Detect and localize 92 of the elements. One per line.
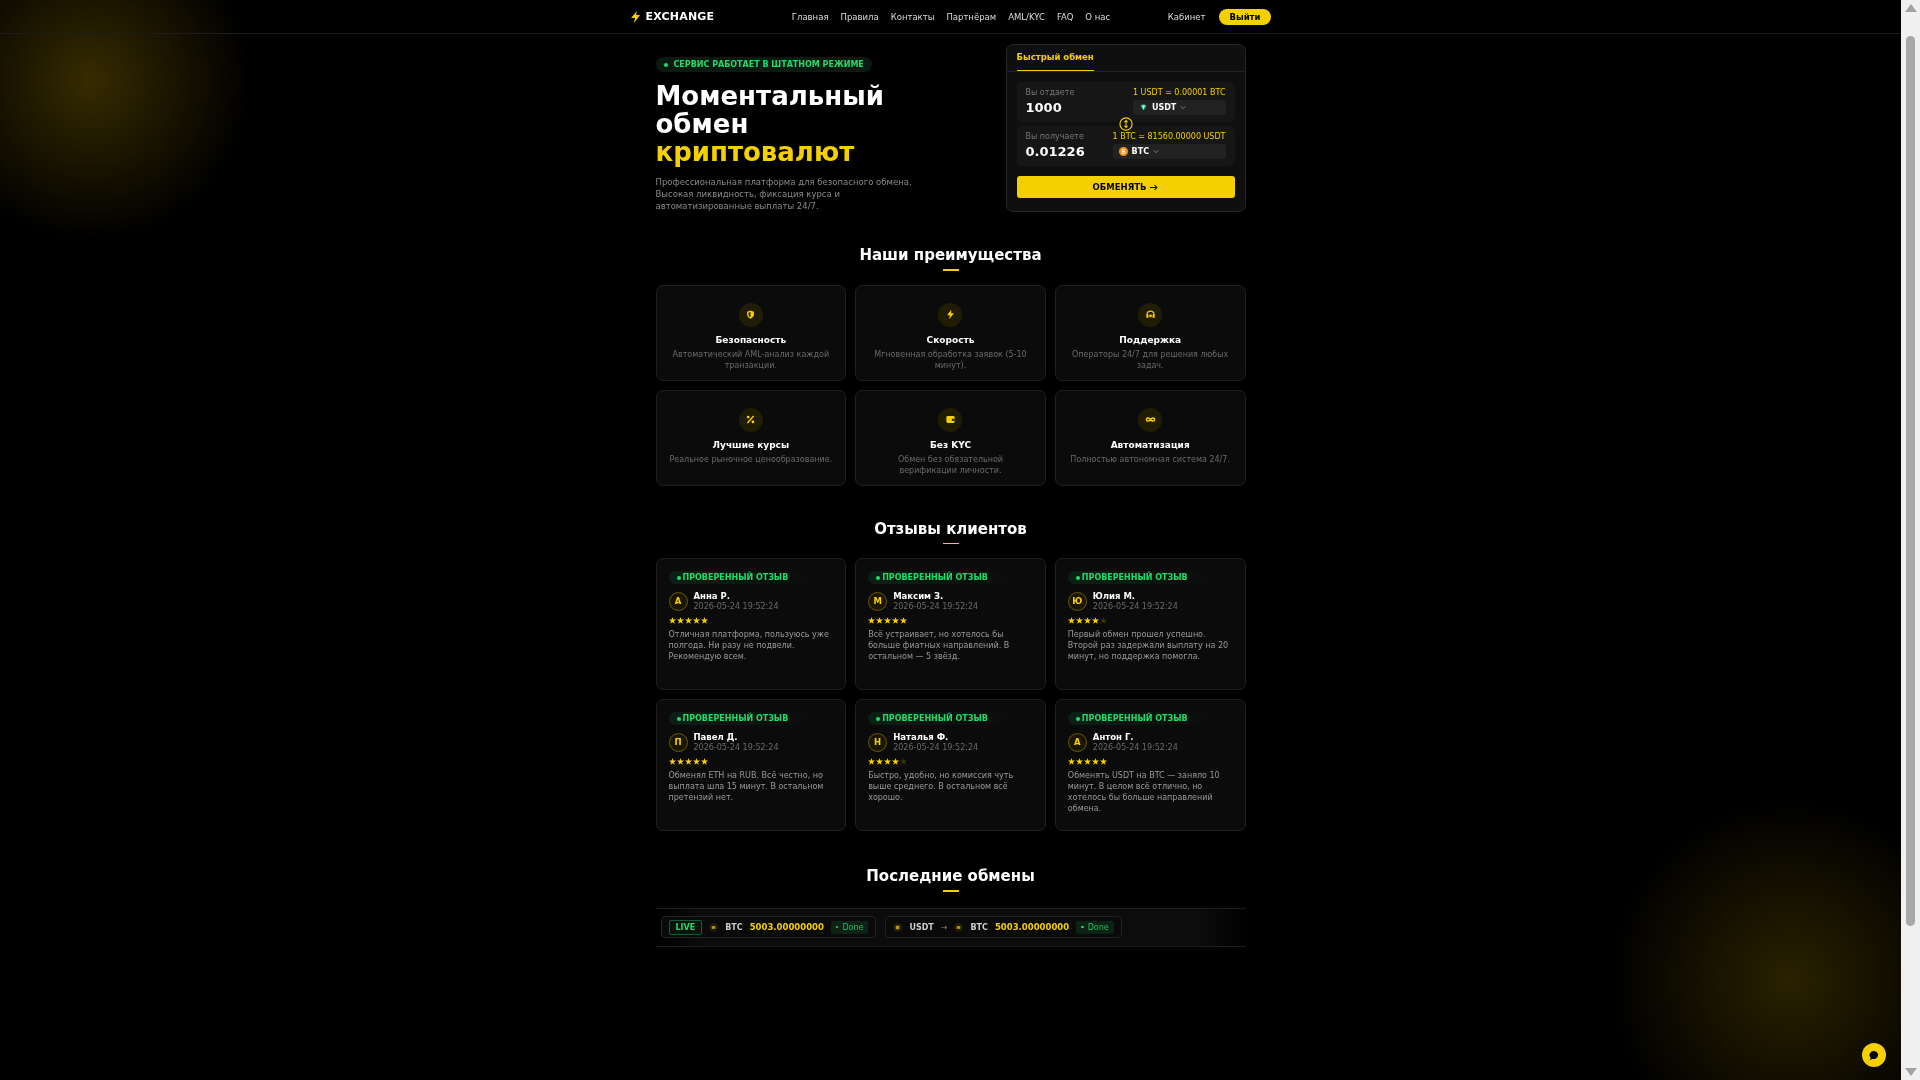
scrollbar[interactable] [1901,0,1920,1080]
wallet-icon [938,407,963,432]
currency-code: BTC [725,922,743,932]
status-badge: Done [830,920,869,934]
amount-field[interactable]: 0.01226 [1025,144,1096,159]
review-date: 2026-05-24 19:52:24 [1092,743,1178,752]
reviewer-name: Максим З. [893,591,945,601]
logo-text[interactable]: EXCHANGE [645,10,715,23]
avatar: Н [868,732,888,752]
exchange-amount: 5003.00000000 [994,922,1070,932]
nav-link[interactable]: Главная [791,11,829,22]
reviewer-name: Антон Г. [1092,732,1135,742]
nav-link[interactable]: Контакты [890,11,935,22]
bolt-icon [938,302,963,327]
coin-icon [954,922,964,932]
feature-text: Операторы 24/7 для решения любых задач. [1071,348,1230,371]
review-text: Обменял ETH на RUB. Всё честно, но выплата шла 15 минут. В остальном претензий нет. [668,770,825,803]
caret-icon [1180,105,1187,110]
feature-text: Мгновенная обработка заявок (5-10 минут). [873,348,1028,371]
feature-title: Скорость [926,334,975,345]
section-title: Отзывы клиентов [873,519,1028,538]
tab[interactable]: Быстрый обмен [1016,45,1094,71]
nav-link[interactable]: AML/KYC [1008,11,1045,22]
hero-title-accent: криптовалют [655,138,856,166]
currency-code: BTC [970,922,988,932]
nav-link[interactable]: FAQ [1056,11,1074,22]
chat-button[interactable] [1862,1043,1886,1067]
section-title: Последние обмены [865,867,1036,885]
feature-text: Реальное рыночное ценообразование. [668,453,834,465]
status-badge: Done [1076,920,1114,934]
review-date: 2026-05-24 19:52:24 [893,743,979,752]
feature-title: Автоматизация [1110,439,1190,450]
caret-icon [1153,149,1160,154]
nav-link[interactable]: О нас [1085,11,1111,22]
feature-title: Лучшие курсы [712,439,790,450]
review-text: Обменять USDT на BTC — заняло 10 минут. В целом всё отлично, но хотелось бы больше направлений обмена. [1067,770,1221,814]
amount-field[interactable]: 1000 [1025,100,1096,115]
cabinet-link[interactable]: Кабинет [1167,11,1206,22]
review-date: 2026-05-24 19:52:24 [693,602,779,611]
exchange-amount: 5003.00000000 [749,922,824,932]
shield-icon [738,302,763,327]
avatar: М [868,591,888,611]
review-text: Отличная платформа, пользуюсь уже полгода. Ни разу не подвели. Рекомендую всем. [668,629,830,662]
currency-select[interactable]: USDT [1132,100,1226,115]
avatar: Ю [1067,591,1087,611]
reviewer-name: Наталья Ф. [893,732,950,742]
hero-title: обмен [655,110,750,138]
review-date: 2026-05-24 19:52:24 [1092,602,1178,611]
feature-text: Обмен без обязательной верификации личности. [896,453,1005,476]
section-title: Наши преимущества [858,246,1043,264]
nav-link[interactable]: Партнёрам [946,11,997,22]
nav-link[interactable]: Правила [840,11,879,22]
exchange-rate: 1 USDT = 0.00001 BTC [1132,88,1226,97]
reviewer-name: Павел Д. [693,732,739,742]
avatar: А [668,591,688,611]
gem-icon [1138,103,1148,112]
percent-icon [738,407,763,432]
arrow-icon [1150,183,1159,191]
headset-icon [1138,302,1163,327]
review-date: 2026-05-24 19:52:24 [893,602,979,611]
chat-bubble-icon [1868,1049,1880,1061]
logout-button[interactable]: Выйти [1219,8,1271,25]
coin-icon [893,922,903,932]
review-text: Быстро, удобно, но комиссия чуть выше среднего. В остальном всё хорошо. [868,770,1015,803]
exchange-button[interactable]: ОБМЕНЯТЬ [1016,176,1235,198]
field-label: Вы получаете [1025,132,1085,141]
hero-title: Моментальный [655,82,885,110]
feature-title: Без KYC [929,439,972,450]
feature-title: Безопасность [715,334,787,345]
reviewer-name: Анна Р. [693,591,731,601]
field-label: Вы отдаете [1025,88,1076,97]
feature-text: Полностью автономная система 24/7. [1069,453,1231,465]
coin-icon [1118,147,1128,156]
hero-description: Профессиональная платформа для безопасного обмена. Высокая ликвидность, фиксация курса и автоматизированные выплаты 24/7. [655,176,913,212]
exchange-rate: 1 BTC = 81560.00000 USDT [1112,132,1226,141]
feature-title: Поддержка [1119,334,1182,345]
status-badge: СЕРВИС РАБОТАЕТ В ШТАТНОМ РЕЖИМЕ [655,57,872,72]
arrow: → [940,922,948,932]
review-date: 2026-05-24 19:52:24 [693,743,779,752]
coin-icon [709,922,719,932]
swap-icon[interactable] [1118,117,1133,131]
review-text: Первый обмен прошел успешно. Второй раз задержали выплату на 20 минут, но поддержка помогла. [1067,629,1230,662]
avatar: П [668,732,688,752]
currency-code: USDT [909,922,934,932]
feature-text: Автоматический AML-анализ каждой транзакции. [671,348,831,371]
review-text: Всё устраивает, но хотелось бы больше фиатных направлений. В остальном — 5 звёзд. [868,629,1011,662]
live-badge: LIVE [668,919,703,935]
infinity-icon [1138,407,1163,432]
currency-select[interactable]: BTC [1112,144,1226,159]
lightning-icon [630,10,640,23]
avatar: А [1067,732,1087,752]
reviewer-name: Юлия М. [1092,591,1137,601]
